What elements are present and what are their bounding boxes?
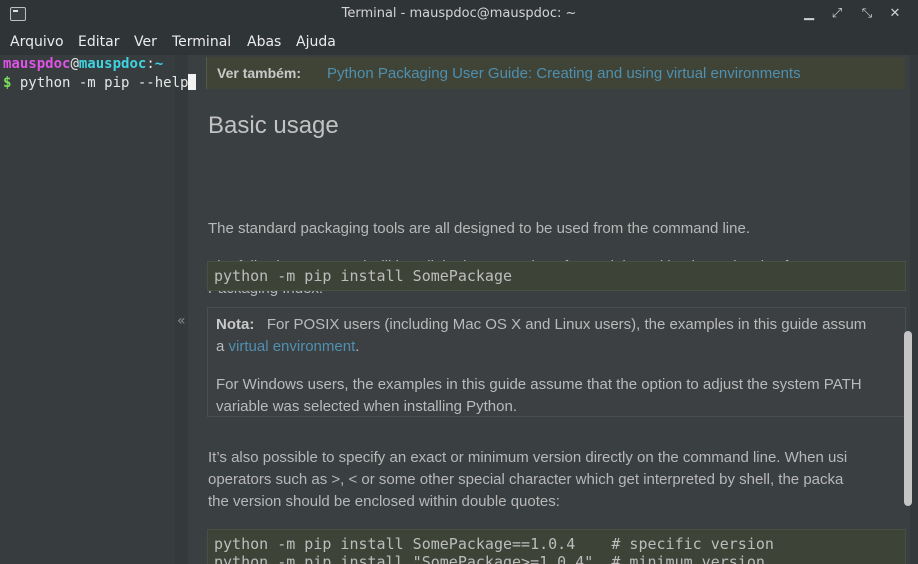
code-block-1-text: python -m pip install SomePackage xyxy=(214,267,513,285)
virtual-environment-link: virtual environment xyxy=(228,338,356,355)
prompt-user: mauspdoc xyxy=(3,56,71,72)
close-button[interactable]: ✕ xyxy=(884,3,906,25)
maximize-button[interactable]: ⤢ xyxy=(826,3,848,25)
vertical-scrollbar[interactable] xyxy=(904,331,912,506)
note-line-3: For Windows users, the examples in this … xyxy=(216,376,862,393)
prompt-path-sep: : xyxy=(146,56,155,72)
paragraph-3a: It’s also possible to specify an exact o… xyxy=(208,449,848,466)
collapse-sidebar-icon: « xyxy=(177,313,186,329)
see-also-label: Ver também: xyxy=(217,65,302,81)
prompt-host: mauspdoc xyxy=(78,56,147,72)
menu-bar: Arquivo Editar Ver Terminal Abas Ajuda xyxy=(0,28,918,55)
menu-arquivo[interactable]: Arquivo xyxy=(10,34,64,50)
title-bar: Terminal - mauspdoc@mauspdoc: ~ ▁ ⤢ ⤡ ✕ xyxy=(0,0,918,28)
note-text-1c: . xyxy=(355,338,360,355)
doc-body xyxy=(188,55,910,564)
command-text: python -m pip --help xyxy=(19,75,189,91)
see-also-box: Ver também: Python Packaging User Guide:… xyxy=(206,57,905,89)
window-title: Terminal - mauspdoc@mauspdoc: ~ xyxy=(341,6,577,21)
note-line-2: a virtual environment. xyxy=(216,336,359,358)
paragraph-2a: The following command will install the l… xyxy=(208,258,802,275)
prompt-line-2: $ python -m pip --help xyxy=(3,74,197,91)
menu-terminal[interactable]: Terminal xyxy=(172,34,231,50)
paragraph-1: The standard packaging tools are all des… xyxy=(208,220,750,237)
note-label: Nota: xyxy=(216,316,255,333)
restore-button[interactable]: ⤡ xyxy=(856,3,878,25)
doc-sidebar xyxy=(0,55,175,564)
prompt-at: @ xyxy=(70,56,79,72)
note-line-4: variable was selected when installing Py… xyxy=(216,398,518,415)
transparent-background-page: « Ver também: Python Packaging User Guid… xyxy=(0,55,918,564)
note-text-1a: For POSIX users (including Mac OS X and … xyxy=(266,316,867,333)
paragraph-3c: the version should be enclosed within do… xyxy=(208,493,560,510)
menu-editar[interactable]: Editar xyxy=(78,34,119,50)
section-heading: Basic usage xyxy=(208,112,339,139)
code-block-2-line-1: python -m pip install SomePackage==1.0.4… xyxy=(214,535,774,553)
paragraph-3b: operators such as >, < or some other spe… xyxy=(208,471,844,488)
note-box: Nota: For POSIX users (including Mac OS … xyxy=(207,307,906,417)
code-block-2: python -m pip install SomePackage==1.0.4… xyxy=(207,529,906,564)
minimize-button[interactable]: ▁ xyxy=(798,3,820,25)
prompt-symbol: $ xyxy=(3,75,20,91)
prompt-line-1: mauspdoc@mauspdoc:~ xyxy=(3,56,163,72)
note-text-1b: a xyxy=(216,338,229,355)
text-cursor xyxy=(188,74,197,90)
menu-abas[interactable]: Abas xyxy=(247,34,281,50)
note-line-1: Nota: For POSIX users (including Mac OS … xyxy=(216,314,866,336)
paragraph-2b: Packaging Index: xyxy=(208,280,324,297)
code-block-1: python -m pip install SomePackage xyxy=(207,261,906,291)
see-also-link: Python Packaging User Guide: Creating an… xyxy=(327,65,801,82)
menu-ver[interactable]: Ver xyxy=(134,34,157,50)
prompt-path: ~ xyxy=(154,56,164,72)
code-block-2-line-2: python -m pip install "SomePackage>=1.0.… xyxy=(214,553,765,564)
menu-ajuda[interactable]: Ajuda xyxy=(296,34,336,50)
terminal-area[interactable]: « Ver também: Python Packaging User Guid… xyxy=(0,55,918,564)
